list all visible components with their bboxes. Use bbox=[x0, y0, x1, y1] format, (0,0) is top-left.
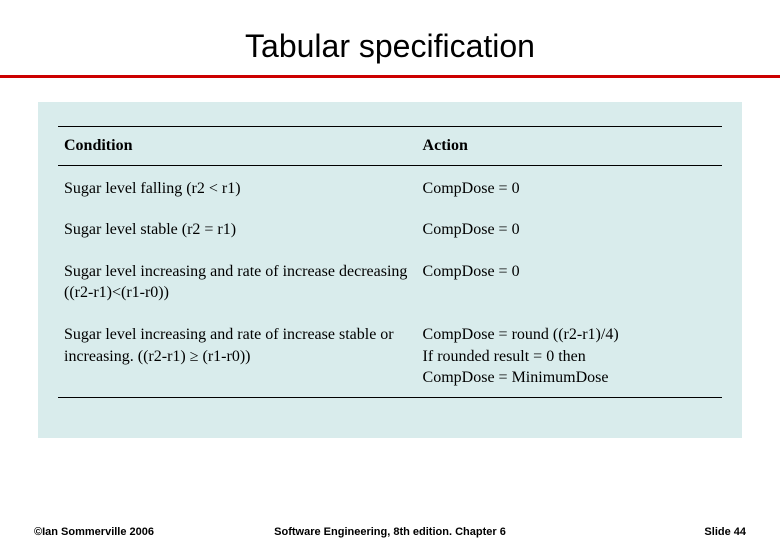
spec-table: Condition Action Sugar level falling (r2… bbox=[58, 126, 722, 398]
table-header-row: Condition Action bbox=[58, 127, 722, 166]
cell-condition: Sugar level falling (r2 < r1) bbox=[58, 165, 417, 207]
table-row: Sugar level falling (r2 < r1) CompDose =… bbox=[58, 165, 722, 207]
cell-action: CompDose = 0 bbox=[417, 165, 722, 207]
spec-table-panel: Condition Action Sugar level falling (r2… bbox=[38, 102, 742, 438]
table-row: Sugar level increasing and rate of incre… bbox=[58, 249, 722, 312]
cell-condition: Sugar level stable (r2 = r1) bbox=[58, 207, 417, 249]
footer-book-title: Software Engineering, 8th edition. Chapt… bbox=[0, 526, 780, 538]
cell-action: CompDose = 0 bbox=[417, 207, 722, 249]
footer-slide-number: Slide 44 bbox=[704, 526, 746, 538]
title-underline bbox=[0, 75, 780, 78]
cell-action: CompDose = 0 bbox=[417, 249, 722, 312]
cell-action: CompDose = round ((r2-r1)/4)If rounded r… bbox=[417, 312, 722, 397]
table-row: Sugar level stable (r2 = r1) CompDose = … bbox=[58, 207, 722, 249]
header-condition: Condition bbox=[58, 127, 417, 166]
slide-title: Tabular specification bbox=[0, 0, 780, 75]
header-action: Action bbox=[417, 127, 722, 166]
cell-condition: Sugar level increasing and rate of incre… bbox=[58, 312, 417, 397]
cell-condition: Sugar level increasing and rate of incre… bbox=[58, 249, 417, 312]
table-row: Sugar level increasing and rate of incre… bbox=[58, 312, 722, 397]
slide: Tabular specification Condition Action S… bbox=[0, 0, 780, 540]
